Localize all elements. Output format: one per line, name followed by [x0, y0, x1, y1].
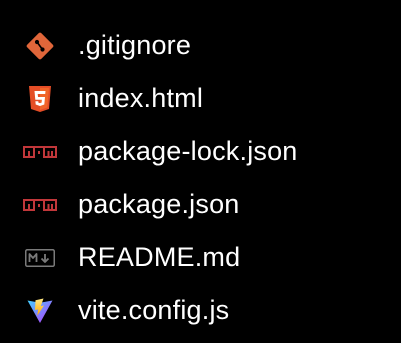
file-name: vite.config.js [78, 295, 230, 325]
file-list: .gitignore index.html package-lock.json … [0, 19, 401, 337]
file-name: README.md [78, 242, 241, 272]
markdown-icon [20, 243, 60, 273]
npm-icon [20, 190, 60, 220]
file-name: index.html [78, 83, 204, 113]
file-name: package.json [78, 189, 240, 219]
file-item-package-lock-json[interactable]: package-lock.json [0, 125, 401, 178]
file-item-readme-md[interactable]: README.md [0, 231, 401, 284]
git-icon [20, 31, 60, 61]
file-item-package-json[interactable]: package.json [0, 178, 401, 231]
file-name: .gitignore [78, 30, 192, 60]
file-explorer-panel: .gitignore index.html package-lock.json … [0, 0, 401, 343]
file-item-vite-config-js[interactable]: vite.config.js [0, 284, 401, 337]
html5-icon [20, 84, 60, 114]
file-item-index-html[interactable]: index.html [0, 72, 401, 125]
npm-icon [20, 137, 60, 167]
file-item-gitignore[interactable]: .gitignore [0, 19, 401, 72]
vite-icon [20, 296, 60, 326]
file-name: package-lock.json [78, 136, 298, 166]
